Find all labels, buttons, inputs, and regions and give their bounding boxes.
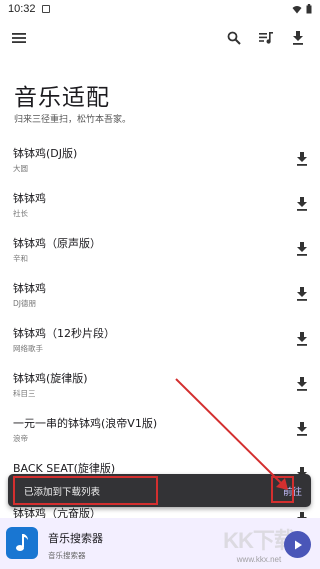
song-artist: DJ德朋 [13, 299, 36, 308]
song-artist: 科目三 [13, 389, 36, 398]
play-icon [294, 540, 302, 549]
song-artist: 网络歌手 [13, 344, 43, 353]
sim-icon [41, 5, 50, 13]
mini-player[interactable]: 音乐搜索器 音乐搜索器 [0, 518, 320, 569]
download-icon[interactable] [293, 195, 311, 213]
song-title: 钵钵鸡 [13, 282, 46, 295]
page-subtitle: 归来三径重扫，松竹本吾家。 [14, 115, 132, 125]
player-subtitle: 音乐搜索器 [48, 551, 86, 560]
status-time: 10:32 [8, 3, 36, 15]
menu-icon[interactable] [7, 26, 31, 50]
search-icon[interactable] [222, 26, 246, 50]
song-artist: 大圆 [13, 164, 28, 173]
song-artist: 社长 [13, 209, 28, 218]
song-title: 钵钵鸡（原声版） [13, 237, 101, 250]
song-title: 钵钵鸡（12秒片段） [13, 327, 115, 340]
song-title: 一元一串的钵钵鸡(浪帝V1版) [13, 417, 158, 430]
battery-icon [306, 4, 312, 14]
page-title: 音乐适配 [14, 85, 110, 111]
song-item[interactable]: 钵钵鸡(旋律版) 科目三 [0, 365, 320, 410]
song-item[interactable]: 钵钵鸡 社长 [0, 185, 320, 230]
song-title: 钵钵鸡(旋律版) [13, 372, 88, 385]
song-item[interactable]: 钵钵鸡（原声版） 辛和 [0, 230, 320, 275]
download-icon[interactable] [293, 285, 311, 303]
annotation-box-message [13, 476, 158, 505]
song-title: 钵钵鸡(DJ版) [13, 147, 78, 160]
song-item[interactable]: 钵钵鸡（12秒片段） 网络歌手 [0, 320, 320, 365]
song-item[interactable]: 一元一串的钵钵鸡(浪帝V1版) 浪帝 [0, 410, 320, 455]
download-icon[interactable] [286, 26, 310, 50]
download-icon[interactable] [293, 420, 311, 438]
app-bar [0, 22, 320, 54]
download-icon[interactable] [293, 330, 311, 348]
download-icon[interactable] [293, 240, 311, 258]
song-artist: 浪帝 [13, 434, 28, 443]
music-note-icon [6, 527, 38, 559]
queue-music-icon[interactable] [254, 26, 278, 50]
song-title: 钵钵鸡 [13, 192, 46, 205]
song-item[interactable]: 钵钵鸡(DJ版) 大圆 [0, 140, 320, 185]
wifi-icon [292, 5, 302, 13]
song-item[interactable]: 钵钵鸡 DJ德朋 [0, 275, 320, 320]
annotation-box-action [271, 476, 294, 503]
play-button[interactable] [284, 531, 311, 558]
song-artist: 辛和 [13, 254, 28, 263]
player-title: 音乐搜索器 [48, 532, 103, 545]
download-icon[interactable] [293, 375, 311, 393]
status-bar: 10:32 [0, 0, 320, 18]
download-icon[interactable] [293, 150, 311, 168]
